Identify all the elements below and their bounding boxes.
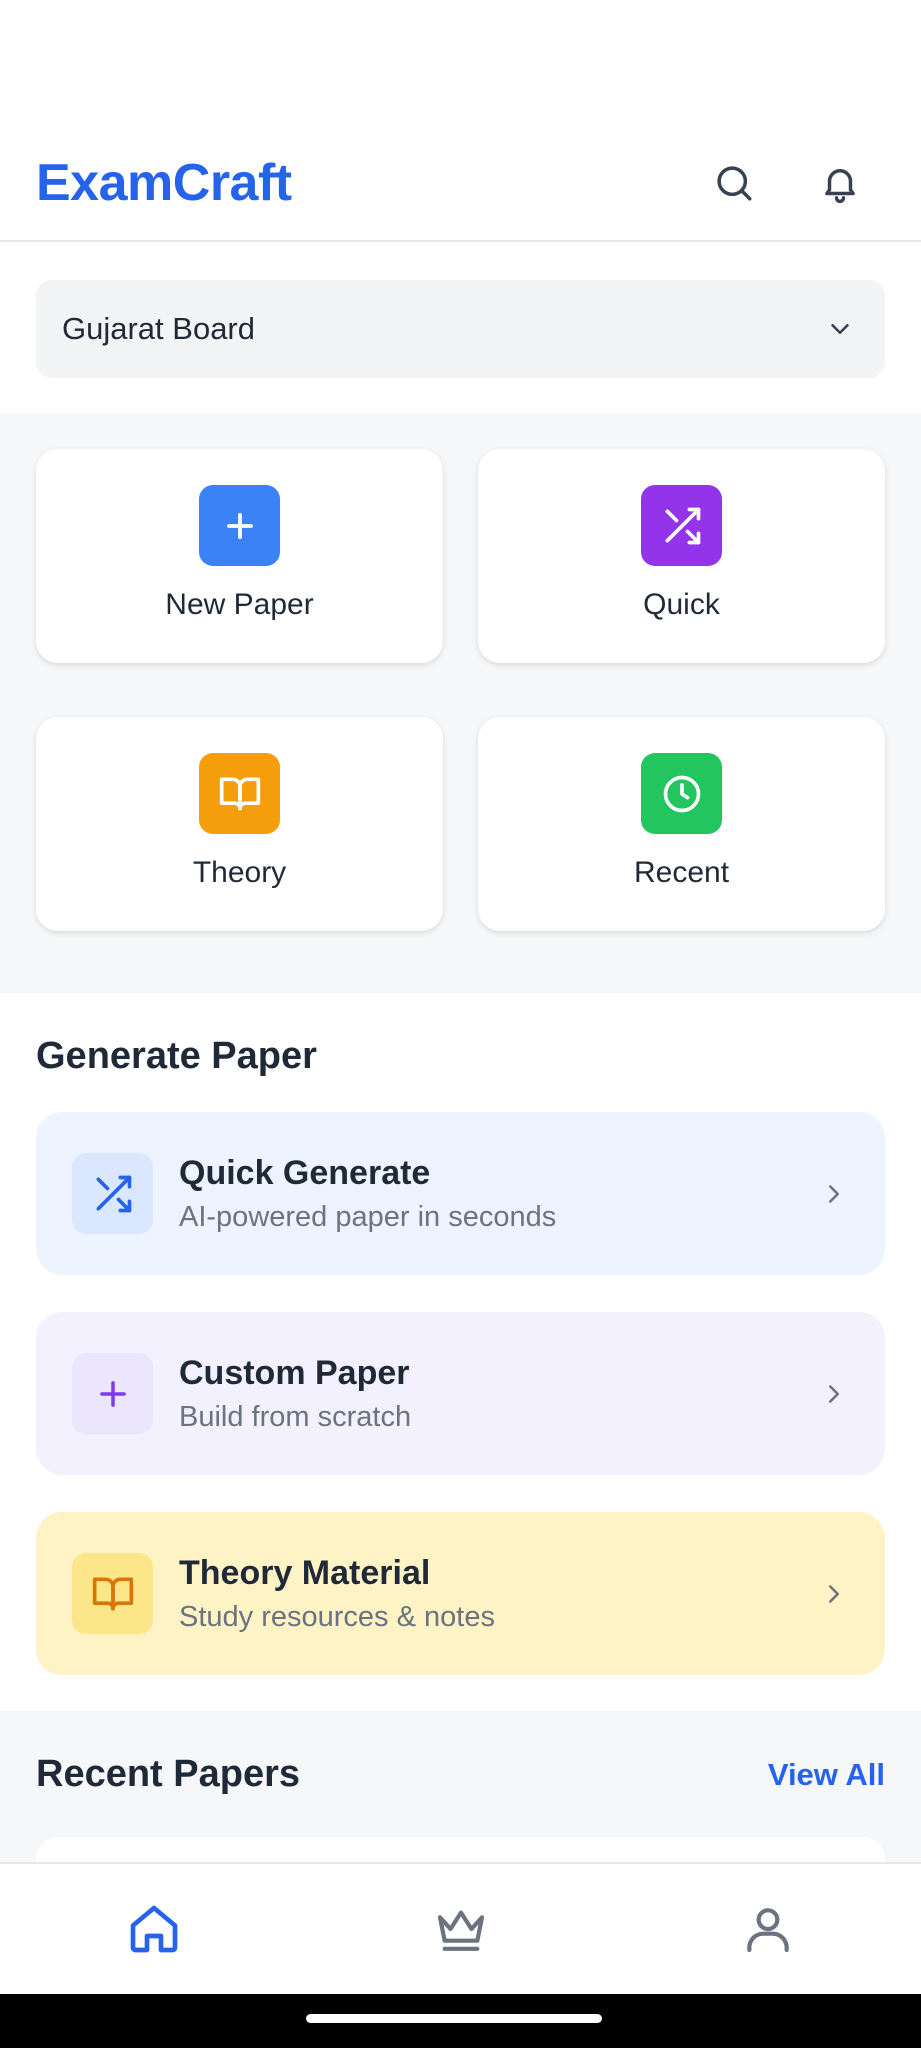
card-subtitle: Build from scratch [179, 1400, 412, 1433]
recent-papers-section: Recent Papers View All [0, 1711, 921, 1863]
quick-action-theory[interactable]: Theory [36, 717, 443, 931]
card-title: Quick Generate [179, 1153, 431, 1192]
quick-action-label: New Paper [165, 588, 314, 621]
search-button[interactable] [707, 156, 761, 210]
section-title: Recent Papers [36, 1753, 301, 1795]
quick-action-quick[interactable]: Quick [478, 449, 885, 663]
nav-profile[interactable] [708, 1884, 828, 1974]
bell-icon [825, 168, 855, 203]
card-subtitle: AI-powered paper in seconds [179, 1200, 557, 1233]
generate-paper-section: Generate Paper Quick Generate AI-powered… [0, 993, 921, 1711]
notifications-button[interactable] [813, 156, 867, 210]
quick-action-label: Theory [192, 856, 287, 889]
search-icon [717, 165, 752, 200]
home-indicator[interactable] [306, 2014, 602, 2023]
quick-action-label: Quick [643, 588, 720, 621]
plus-icon [199, 485, 280, 566]
chevron-right-icon [829, 1584, 839, 1603]
board-selected-value: Gujarat Board [62, 311, 255, 346]
quick-action-recent[interactable]: Recent [478, 717, 885, 931]
nav-home[interactable] [94, 1884, 214, 1974]
view-all-link[interactable]: View All [768, 1757, 885, 1793]
quick-action-new-paper[interactable]: New Paper [36, 449, 443, 663]
card-subtitle: Study resources & notes [179, 1600, 495, 1633]
app-header: ExamCraft [0, 125, 921, 242]
card-title: Custom Paper [179, 1353, 410, 1392]
chevron-down-icon [831, 324, 849, 334]
theory-material-card[interactable]: Theory Material Study resources & notes [36, 1512, 885, 1675]
book-icon [72, 1553, 153, 1634]
section-title: Generate Paper [36, 1035, 317, 1077]
quick-actions-grid: New Paper Quick Theory Recent [0, 413, 921, 993]
custom-paper-card[interactable]: Custom Paper Build from scratch [36, 1312, 885, 1475]
chevron-right-icon [829, 1384, 839, 1403]
home-icon [130, 1905, 177, 1953]
chevron-right-icon [829, 1184, 839, 1203]
status-bar-area [0, 0, 921, 125]
nav-premium[interactable] [401, 1884, 521, 1974]
clock-icon [641, 753, 722, 834]
card-title: Theory Material [179, 1553, 431, 1592]
book-icon [199, 753, 280, 834]
board-selector-section: Gujarat Board [0, 243, 921, 413]
board-dropdown[interactable]: Gujarat Board [36, 280, 885, 378]
crown-icon [437, 1910, 484, 1951]
user-icon [746, 1908, 789, 1953]
shuffle-icon [72, 1153, 153, 1234]
shuffle-icon [641, 485, 722, 566]
recent-paper-card[interactable] [36, 1837, 885, 1863]
quick-generate-card[interactable]: Quick Generate AI-powered paper in secon… [36, 1112, 885, 1275]
plus-icon [72, 1353, 153, 1434]
quick-action-label: Recent [633, 856, 730, 889]
bottom-navigation [0, 1862, 921, 1994]
app-title: ExamCraft [36, 153, 292, 212]
system-navigation-bar [0, 1994, 921, 2048]
